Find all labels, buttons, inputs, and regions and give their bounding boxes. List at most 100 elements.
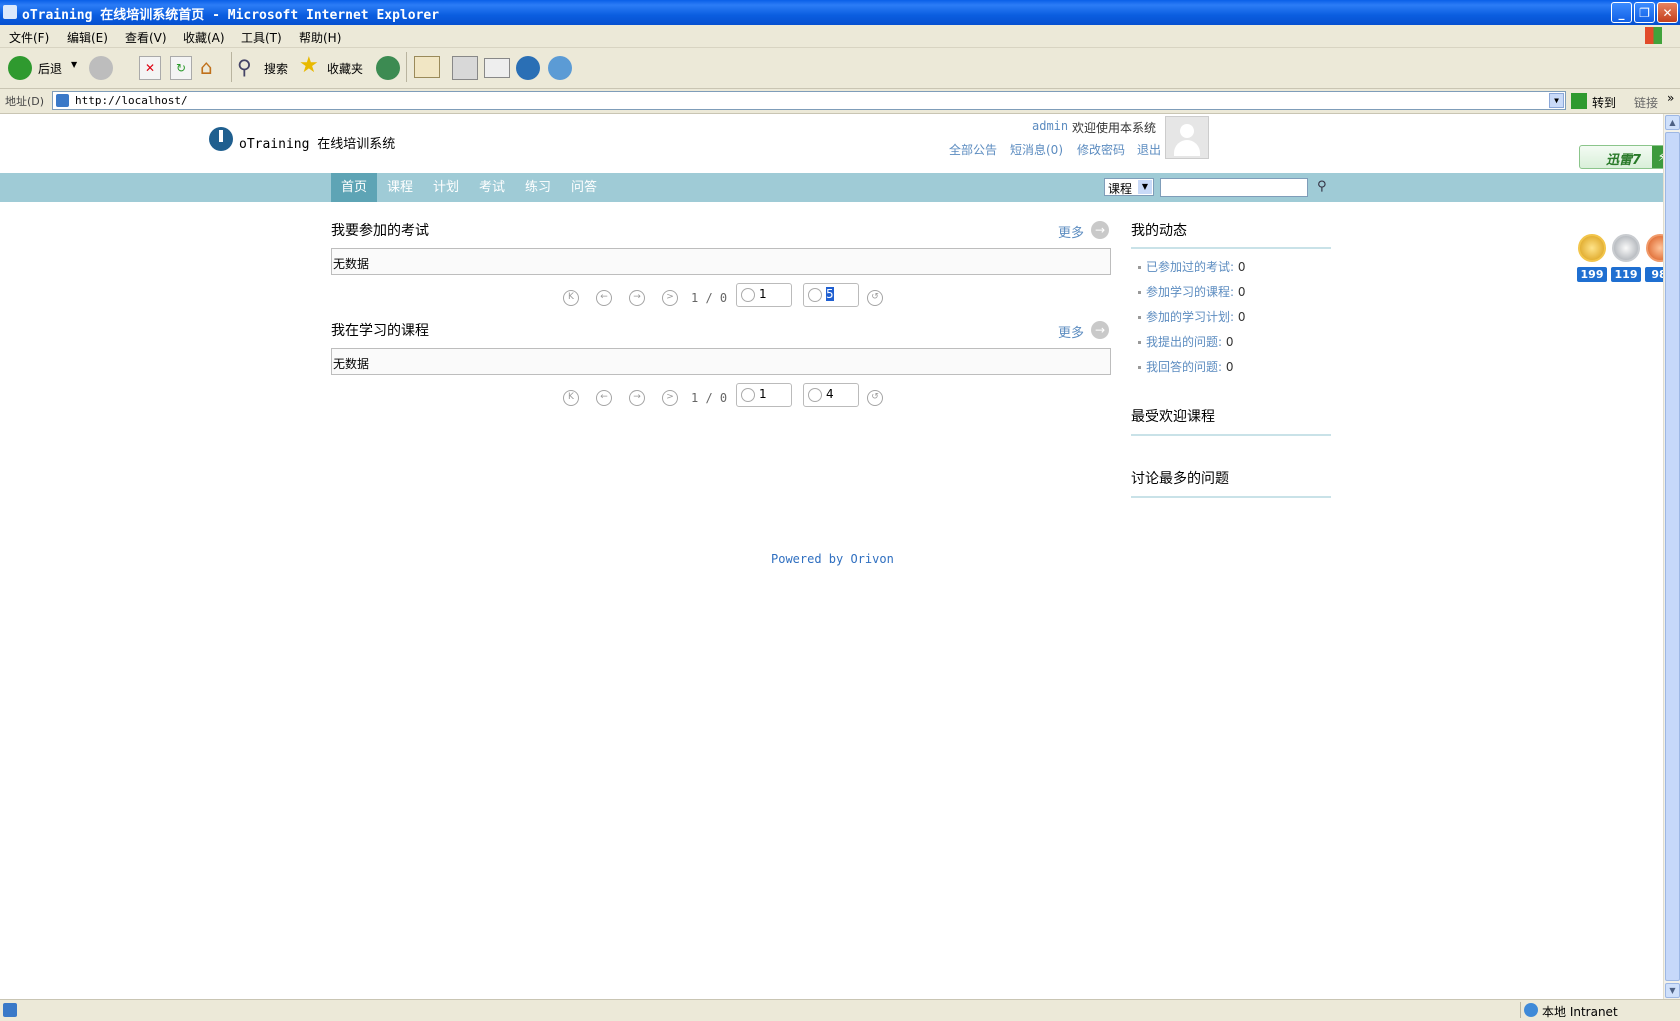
popular-courses-title: 最受欢迎课程	[1131, 409, 1215, 425]
avatar[interactable]	[1165, 116, 1209, 159]
vertical-scrollbar[interactable]: ▲ ▼	[1663, 114, 1680, 999]
xunlei-label: 迅雷7	[1606, 153, 1642, 168]
nav-qa[interactable]: 问答	[561, 173, 607, 202]
courses-page-input[interactable]: 1	[736, 383, 792, 407]
activity-questions-answered[interactable]: 我回答的问题: 0	[1146, 358, 1234, 375]
menu-edit[interactable]: 编辑(E)	[67, 29, 108, 46]
favorites-icon[interactable]: ★	[299, 53, 319, 78]
links-expand-icon[interactable]: »	[1667, 91, 1674, 105]
discuss-icon[interactable]	[516, 56, 540, 80]
activity-count: 0	[1237, 310, 1246, 324]
bronze-medal-count: 98	[1645, 267, 1663, 282]
activity-plans[interactable]: 参加的学习计划: 0	[1146, 308, 1246, 325]
nav-practice[interactable]: 练习	[515, 173, 561, 202]
nav-home[interactable]: 首页	[331, 173, 377, 202]
xunlei-widget[interactable]: 迅雷7 ⚡	[1579, 145, 1663, 169]
first-page-icon[interactable]: K	[563, 390, 579, 406]
minimize-button[interactable]: _	[1611, 2, 1632, 23]
toolbar-separator	[406, 52, 407, 82]
nav-exams[interactable]: 考试	[469, 173, 515, 202]
bullet	[1138, 341, 1141, 344]
list-icon	[808, 288, 822, 302]
scroll-down-icon[interactable]: ▼	[1665, 983, 1680, 998]
site-title[interactable]: oTraining 在线培训系统	[239, 133, 395, 152]
scroll-up-icon[interactable]: ▲	[1665, 115, 1680, 130]
announcements-link[interactable]: 全部公告	[949, 141, 997, 158]
exams-page-input[interactable]: 1	[736, 283, 792, 307]
refresh-page-icon[interactable]: ↺	[867, 390, 883, 406]
favorites-label[interactable]: 收藏夹	[327, 60, 363, 77]
search-input[interactable]	[1160, 178, 1308, 197]
courses-size-input[interactable]: 4	[803, 383, 859, 407]
scroll-thumb[interactable]	[1665, 132, 1680, 981]
activity-questions-asked[interactable]: 我提出的问题: 0	[1146, 333, 1234, 350]
edit-icon[interactable]	[484, 58, 510, 78]
go-label[interactable]: 转到	[1592, 94, 1616, 111]
prev-page-icon[interactable]: ←	[596, 290, 612, 306]
address-dropdown-icon[interactable]: ▼	[1549, 93, 1564, 108]
stop-icon[interactable]: ✕	[139, 56, 161, 80]
username-link[interactable]: admin	[1032, 119, 1068, 133]
search-type-select[interactable]: 课程 ▼	[1104, 178, 1154, 196]
powered-by-link[interactable]: Powered by Orivon	[771, 552, 894, 566]
courses-more-icon[interactable]: →	[1091, 321, 1109, 339]
address-input[interactable]: http://localhost/ ▼	[52, 91, 1566, 110]
refresh-page-icon[interactable]: ↺	[867, 290, 883, 306]
refresh-icon[interactable]: ↻	[170, 56, 192, 80]
menu-view[interactable]: 查看(V)	[125, 29, 167, 46]
forward-icon[interactable]	[89, 56, 113, 80]
messages-link[interactable]: 短消息(0)	[1010, 141, 1063, 158]
back-icon[interactable]	[8, 56, 32, 80]
activity-courses[interactable]: 参加学习的课程: 0	[1146, 283, 1246, 300]
links-label[interactable]: 链接	[1634, 94, 1658, 111]
divider	[1131, 247, 1331, 249]
back-dropdown-icon[interactable]: ▼	[71, 60, 77, 69]
courses-list: 无数据	[331, 348, 1111, 375]
discussed-questions-title: 讨论最多的问题	[1131, 471, 1229, 487]
status-bar: 本地 Intranet	[0, 999, 1680, 1021]
go-icon[interactable]	[1571, 93, 1587, 109]
logout-link[interactable]: 退出	[1137, 141, 1161, 158]
exams-more-link[interactable]: 更多	[1058, 222, 1084, 241]
address-url: http://localhost/	[75, 94, 188, 107]
activity-label: 已参加过的考试:	[1146, 260, 1235, 274]
welcome-text: 欢迎使用本系统	[1072, 121, 1157, 135]
next-page-icon[interactable]: →	[629, 290, 645, 306]
mail-icon[interactable]	[414, 56, 440, 78]
page-content: oTraining 在线培训系统 admin 欢迎使用本系统 全部公告 短消息(…	[0, 114, 1663, 999]
activity-label: 我提出的问题:	[1146, 335, 1223, 349]
history-icon[interactable]	[376, 56, 400, 80]
activity-label: 参加的学习计划:	[1146, 310, 1235, 324]
exams-title: 我要参加的考试	[331, 223, 429, 239]
messenger-icon[interactable]	[548, 56, 572, 80]
exams-more-icon[interactable]: →	[1091, 221, 1109, 239]
courses-more-link[interactable]: 更多	[1058, 322, 1084, 341]
change-password-link[interactable]: 修改密码	[1077, 141, 1125, 158]
next-page-icon[interactable]: →	[629, 390, 645, 406]
maximize-button[interactable]: ❐	[1634, 2, 1655, 23]
exams-size-input[interactable]: 5	[803, 283, 859, 307]
intranet-globe-icon	[1524, 1003, 1538, 1017]
divider	[1131, 434, 1331, 436]
menu-tools[interactable]: 工具(T)	[241, 29, 282, 46]
back-label[interactable]: 后退	[38, 60, 62, 77]
first-page-icon[interactable]: K	[563, 290, 579, 306]
menu-favorites[interactable]: 收藏(A)	[183, 29, 225, 46]
close-button[interactable]: ✕	[1657, 2, 1678, 23]
last-page-icon[interactable]: >	[662, 290, 678, 306]
nav-plans[interactable]: 计划	[423, 173, 469, 202]
search-icon[interactable]: ⚲	[1317, 179, 1327, 194]
menu-file[interactable]: 文件(F)	[9, 29, 49, 46]
list-icon	[808, 388, 822, 402]
search-label[interactable]: 搜索	[264, 60, 288, 77]
search-icon[interactable]: ⚲	[237, 55, 252, 79]
activity-count: 0	[1225, 335, 1234, 349]
menu-help[interactable]: 帮助(H)	[299, 29, 341, 46]
prev-page-icon[interactable]: ←	[596, 390, 612, 406]
activity-exams[interactable]: 已参加过的考试: 0	[1146, 258, 1246, 275]
home-icon[interactable]: ⌂	[200, 56, 224, 78]
lightning-icon: ⚡	[1652, 146, 1663, 168]
last-page-icon[interactable]: >	[662, 390, 678, 406]
print-icon[interactable]	[452, 56, 478, 80]
nav-courses[interactable]: 课程	[377, 173, 423, 202]
